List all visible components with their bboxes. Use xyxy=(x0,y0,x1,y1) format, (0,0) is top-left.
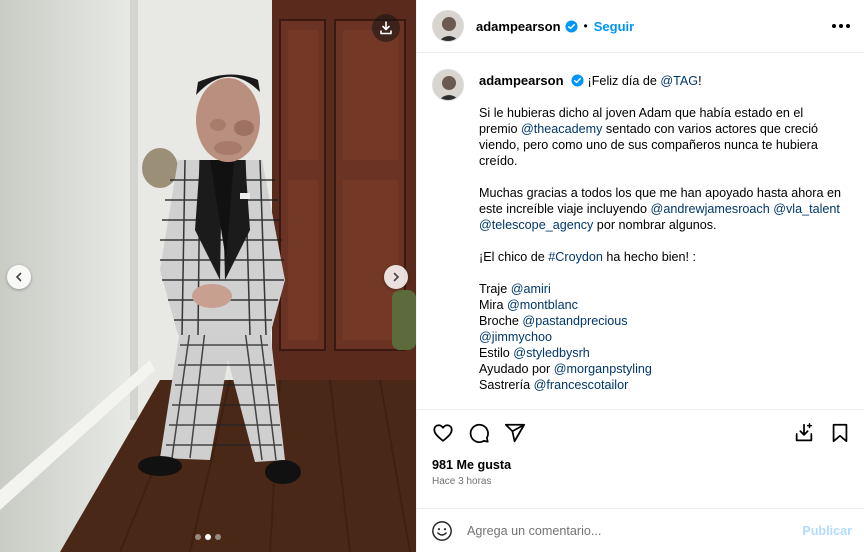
mention-link[interactable]: @montblanc xyxy=(507,298,578,312)
next-photo-button[interactable] xyxy=(384,265,408,289)
post-image xyxy=(0,0,416,552)
share-button[interactable] xyxy=(503,421,527,445)
mention-link[interactable]: @vla_talent xyxy=(773,202,840,216)
author-username[interactable]: adampearson xyxy=(476,19,561,34)
verified-badge-icon xyxy=(571,74,584,87)
previous-photo-button[interactable] xyxy=(7,265,31,289)
send-icon xyxy=(504,423,526,442)
caption-text: adampearson ¡Feliz día de @TAG! Si le hu… xyxy=(479,67,845,393)
caption-paragraph: ¡El chico de xyxy=(479,250,549,264)
smiley-icon[interactable] xyxy=(431,520,453,542)
mention-link[interactable]: @TAG xyxy=(660,74,698,88)
more-options-button[interactable] xyxy=(832,24,850,28)
verified-badge-icon xyxy=(565,19,578,33)
credit-line: Estilo @styledbysrh xyxy=(479,346,590,360)
download-tray-icon xyxy=(795,422,813,441)
bookmark-icon xyxy=(832,423,848,442)
avatar-image xyxy=(433,70,463,100)
more-icon xyxy=(832,24,836,28)
comment-input[interactable] xyxy=(467,523,803,538)
save-button[interactable] xyxy=(828,421,852,445)
heart-icon xyxy=(433,423,453,442)
separator-dot: • xyxy=(583,19,588,33)
mention-link[interactable]: @francescotailor xyxy=(534,378,629,392)
post-caption: adampearson ¡Feliz día de @TAG! Si le hu… xyxy=(432,67,849,393)
credit-line: @jimmychoo xyxy=(479,329,845,345)
mention-link[interactable]: @pastandprecious xyxy=(522,314,627,328)
mention-link[interactable]: @amiri xyxy=(511,282,551,296)
caption-paragraph: ha hecho bien! : xyxy=(602,250,697,264)
carousel-dot xyxy=(195,534,201,540)
post-photo[interactable] xyxy=(0,0,416,552)
post-actions-right xyxy=(792,421,852,445)
author-avatar[interactable] xyxy=(432,10,464,42)
chevron-left-icon xyxy=(15,272,22,282)
download-icon xyxy=(380,21,392,35)
avatar-image xyxy=(433,11,463,41)
credit-line: Sastrería @francescotailor xyxy=(479,378,629,392)
follow-button[interactable]: Seguir xyxy=(594,19,634,34)
carousel-dot-active xyxy=(205,534,211,540)
mention-link[interactable]: @andrewjamesroach xyxy=(651,202,770,216)
mention-link[interactable]: @telescope_agency xyxy=(479,218,593,232)
comment-button[interactable] xyxy=(467,421,491,445)
comment-icon xyxy=(469,423,489,443)
instagram-post-view: adampearson • Seguir adampearson ¡Feliz … xyxy=(0,0,864,552)
credit-line: Mira @montblanc xyxy=(479,298,578,312)
credit-line: Traje @amiri xyxy=(479,282,551,296)
credit-line: Broche @pastandprecious xyxy=(479,314,628,328)
post-details-panel: adampearson • Seguir adampearson ¡Feliz … xyxy=(416,0,864,552)
post-actions xyxy=(417,409,864,455)
caption-author-avatar[interactable] xyxy=(432,69,464,101)
publish-button[interactable]: Publicar xyxy=(802,524,852,538)
add-to-collection-button[interactable] xyxy=(792,421,816,445)
mention-link[interactable]: @theacademy xyxy=(521,122,602,136)
caption-line: ! xyxy=(698,74,702,88)
mention-link[interactable]: @styledbysrh xyxy=(513,346,589,360)
like-count[interactable]: 981 Me gusta xyxy=(417,455,864,472)
comment-composer: Publicar xyxy=(417,508,864,552)
credit-line: Ayudado por @morganpstyling xyxy=(479,362,652,376)
carousel-dot xyxy=(215,534,221,540)
download-button[interactable] xyxy=(372,14,400,42)
carousel-indicator xyxy=(0,534,416,540)
caption-paragraph: por nombrar algunos. xyxy=(593,218,717,232)
mention-link[interactable]: @morganpstyling xyxy=(554,362,652,376)
hashtag-link[interactable]: #Croydon xyxy=(548,250,603,264)
caption-author-username[interactable]: adampearson xyxy=(479,73,564,88)
mention-link[interactable]: @jimmychoo xyxy=(479,330,552,344)
post-timestamp[interactable]: Hace 3 horas xyxy=(417,472,864,487)
post-header: adampearson • Seguir xyxy=(417,0,864,53)
caption-line: ¡Feliz día de xyxy=(587,74,661,88)
like-button[interactable] xyxy=(431,421,455,445)
chevron-right-icon xyxy=(393,272,400,282)
comments-area[interactable]: adampearson ¡Feliz día de @TAG! Si le hu… xyxy=(417,53,864,409)
